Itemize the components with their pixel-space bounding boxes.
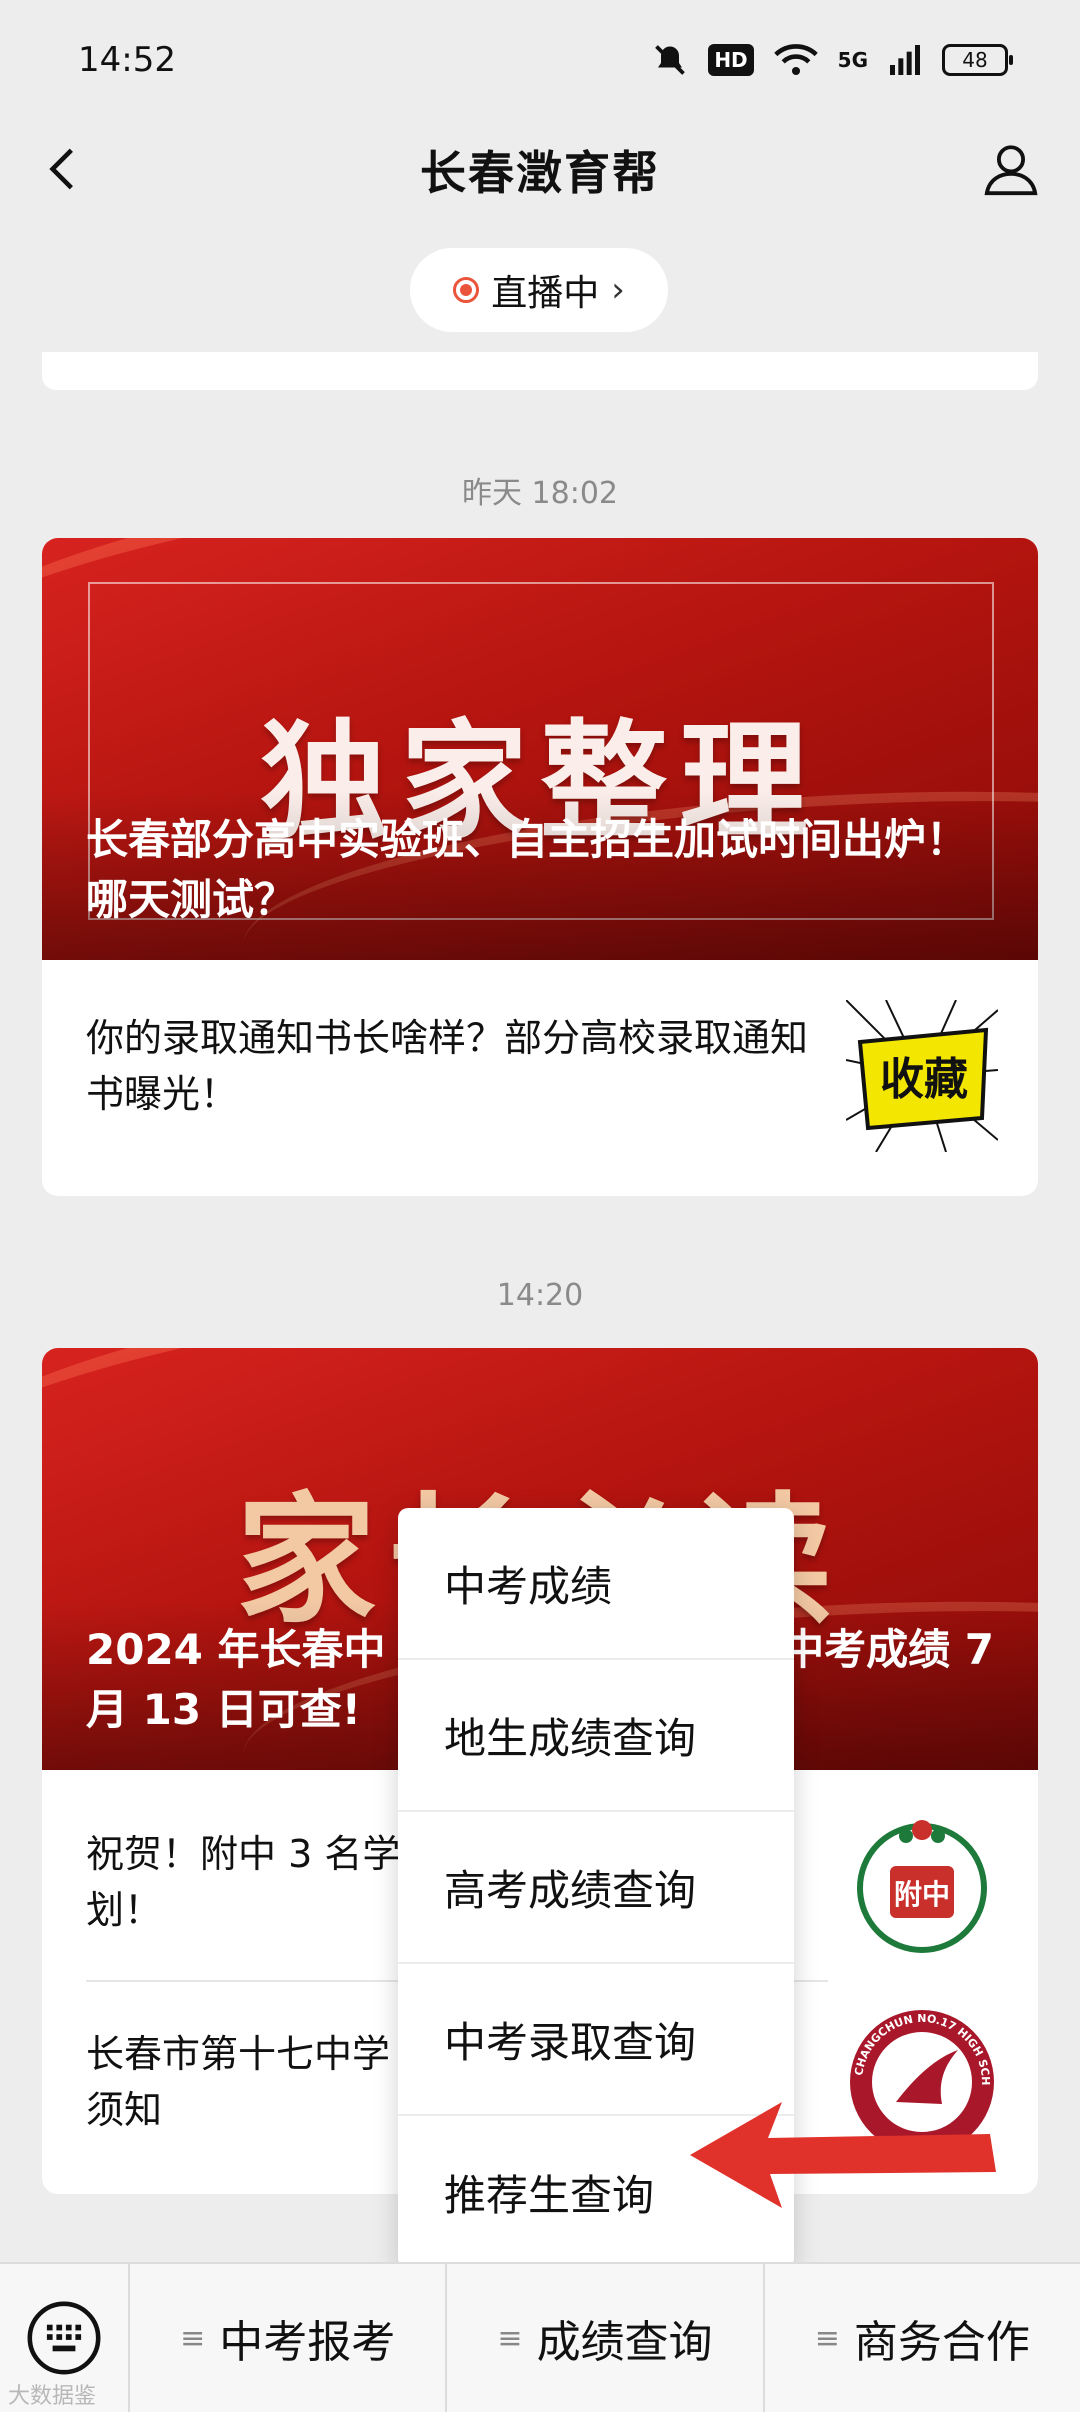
thumbnail-text: 附中 bbox=[894, 1878, 950, 1911]
watermark: 大数据鉴 bbox=[8, 2384, 97, 2409]
article-list-item[interactable]: 你的录取通知书长啥样？部分高校录取通知书曝光！ 收藏 bbox=[42, 960, 1038, 1196]
tab-score-query[interactable]: ≡ 成绩查询 bbox=[447, 2263, 765, 2412]
hd-badge: HD bbox=[708, 44, 754, 76]
school-crest-thumbnail: 附中 bbox=[857, 1820, 987, 1953]
menu-item-geo-bio-score[interactable]: 地生成绩查询 bbox=[398, 1660, 794, 1812]
bottom-menu-bar: ≡ 中考报考 ≡ 成绩查询 ≡ 商务合作 bbox=[0, 2262, 1080, 2412]
chevron-right-icon: › bbox=[611, 270, 625, 310]
keyboard-icon bbox=[27, 2301, 101, 2375]
tab-label: 中考报考 bbox=[219, 2317, 396, 2368]
thumbnail-text: 收藏 bbox=[880, 1054, 968, 1105]
article-banner[interactable]: 独家整理 长春部分高中实验班、自主招生加试时间出炉！哪天测试？ bbox=[42, 538, 1038, 960]
red-arrow-annotation bbox=[690, 2102, 996, 2208]
article-thumbnail: 收藏 bbox=[845, 999, 999, 1153]
tab-label: 商务合作 bbox=[853, 2317, 1030, 2368]
signal-icon bbox=[890, 45, 920, 75]
network-label: 5G bbox=[837, 48, 868, 72]
previous-card-stub bbox=[42, 352, 1038, 390]
back-arrow-icon[interactable] bbox=[38, 144, 88, 194]
profile-icon[interactable] bbox=[982, 140, 1040, 198]
tab-zhongkao-registration[interactable]: ≡ 中考报考 bbox=[130, 2263, 448, 2412]
banner-headline-left: 2024 年长春中 bbox=[86, 1625, 386, 1674]
status-icons: HD 5G 48 bbox=[652, 42, 1013, 78]
banner-headline-right: 中考成绩 7 bbox=[782, 1625, 994, 1674]
article-card: 独家整理 长春部分高中实验班、自主招生加试时间出炉！哪天测试？ 你的录取通知书长… bbox=[42, 538, 1038, 1196]
mute-bell-icon bbox=[655, 45, 686, 75]
battery-icon: 48 bbox=[942, 44, 1013, 76]
status-time: 14:52 bbox=[78, 40, 176, 80]
menu-lines-icon: ≡ bbox=[814, 2320, 840, 2356]
nav-bar: 长春澂育帮 bbox=[0, 120, 1080, 220]
feed-timestamp: 昨天 18:02 bbox=[462, 476, 618, 511]
live-button[interactable]: 直播中 › bbox=[410, 248, 668, 332]
live-dot-icon bbox=[453, 277, 480, 303]
tab-business-cooperation[interactable]: ≡ 商务合作 bbox=[765, 2263, 1080, 2412]
wifi-icon bbox=[773, 44, 818, 76]
live-label: 直播中 bbox=[491, 273, 600, 314]
feed-timestamp: 14:20 bbox=[496, 1278, 584, 1313]
page-title: 长春澂育帮 bbox=[420, 146, 660, 200]
menu-item-zhongkao-score[interactable]: 中考成绩 bbox=[398, 1508, 794, 1660]
banner-headline: 长春部分高中实验班、自主招生加试时间出炉！哪天测试？ bbox=[86, 815, 969, 924]
menu-item-admission-query[interactable]: 中考录取查询 bbox=[398, 1964, 794, 2116]
comic-burst-thumbnail: 收藏 bbox=[845, 999, 999, 1153]
menu-item-gaokao-score[interactable]: 高考成绩查询 bbox=[398, 1812, 794, 1964]
menu-lines-icon: ≡ bbox=[497, 2320, 523, 2356]
article-title: 你的录取通知书长啥样？部分高校录取通知书曝光！ bbox=[86, 1016, 809, 1116]
tab-label: 成绩查询 bbox=[536, 2317, 713, 2368]
article-thumbnail: 附中 bbox=[846, 1810, 998, 1962]
status-bar: 14:52 HD 5G 48 bbox=[0, 0, 1080, 120]
menu-lines-icon: ≡ bbox=[180, 2320, 206, 2356]
